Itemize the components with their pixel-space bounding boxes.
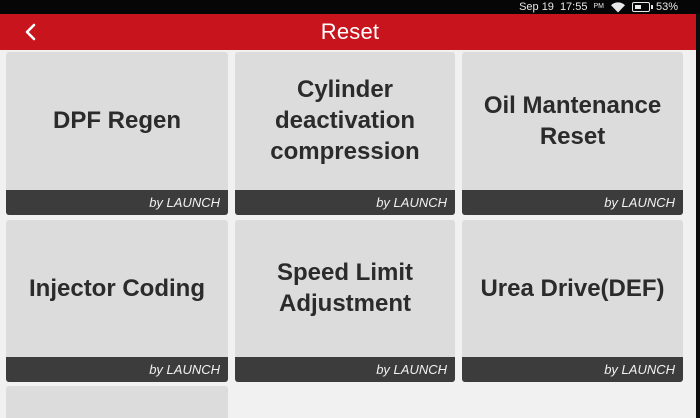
tile-dpf-regen[interactable]: DPF Regen by LAUNCH <box>6 52 228 215</box>
tile-label: Urea Drive(DEF) <box>480 274 665 302</box>
tile-speed-limit-adjustment[interactable]: Speed Limit Adjustment by LAUNCH <box>235 220 455 382</box>
screen-bezel <box>696 14 700 418</box>
tile-vendor: by LAUNCH <box>235 190 455 215</box>
tile-vendor: by LAUNCH <box>462 190 683 215</box>
status-ampm: PM <box>593 3 604 10</box>
tile-vendor: by LAUNCH <box>462 357 683 382</box>
status-date: Sep 19 <box>519 1 554 13</box>
page-title: Reset <box>320 19 380 44</box>
tile-vendor: by LAUNCH <box>235 357 455 382</box>
tile-oil-maintenance-reset[interactable]: Oil Mantenance Reset by LAUNCH <box>462 52 683 215</box>
chevron-left-icon <box>25 23 36 41</box>
screen: Sep 19 17:55 PM 53% Reset DPF Regen by L… <box>0 0 700 418</box>
tile-injector-coding[interactable]: Injector Coding by LAUNCH <box>6 220 228 382</box>
status-time: 17:55 <box>559 1 588 13</box>
app-header: Reset <box>0 14 700 50</box>
tile-label: DPF Regen <box>52 107 181 134</box>
tile-label: Injector Coding <box>29 274 205 302</box>
battery-level: 53% <box>655 1 678 13</box>
status-bar: Sep 19 17:55 PM 53% <box>0 0 700 14</box>
tile-vendor: by LAUNCH <box>6 357 228 382</box>
tile-vendor: by LAUNCH <box>6 190 228 215</box>
tile-label <box>10 386 224 400</box>
tile-cylinder-deactivation-compression[interactable]: Cylinder deactivation compression by LAU… <box>235 52 455 215</box>
tile-urea-drive-def[interactable]: Urea Drive(DEF) by LAUNCH <box>462 220 683 382</box>
battery-icon <box>631 2 653 12</box>
tile-label: Speed Limit Adjustment <box>276 259 414 317</box>
tile-label: Cylinder deactivation compression <box>270 76 420 165</box>
tile-partial[interactable] <box>6 386 228 418</box>
tile-label: Oil Mantenance Reset <box>483 91 662 150</box>
back-button[interactable] <box>14 14 46 50</box>
wifi-icon <box>610 1 625 13</box>
